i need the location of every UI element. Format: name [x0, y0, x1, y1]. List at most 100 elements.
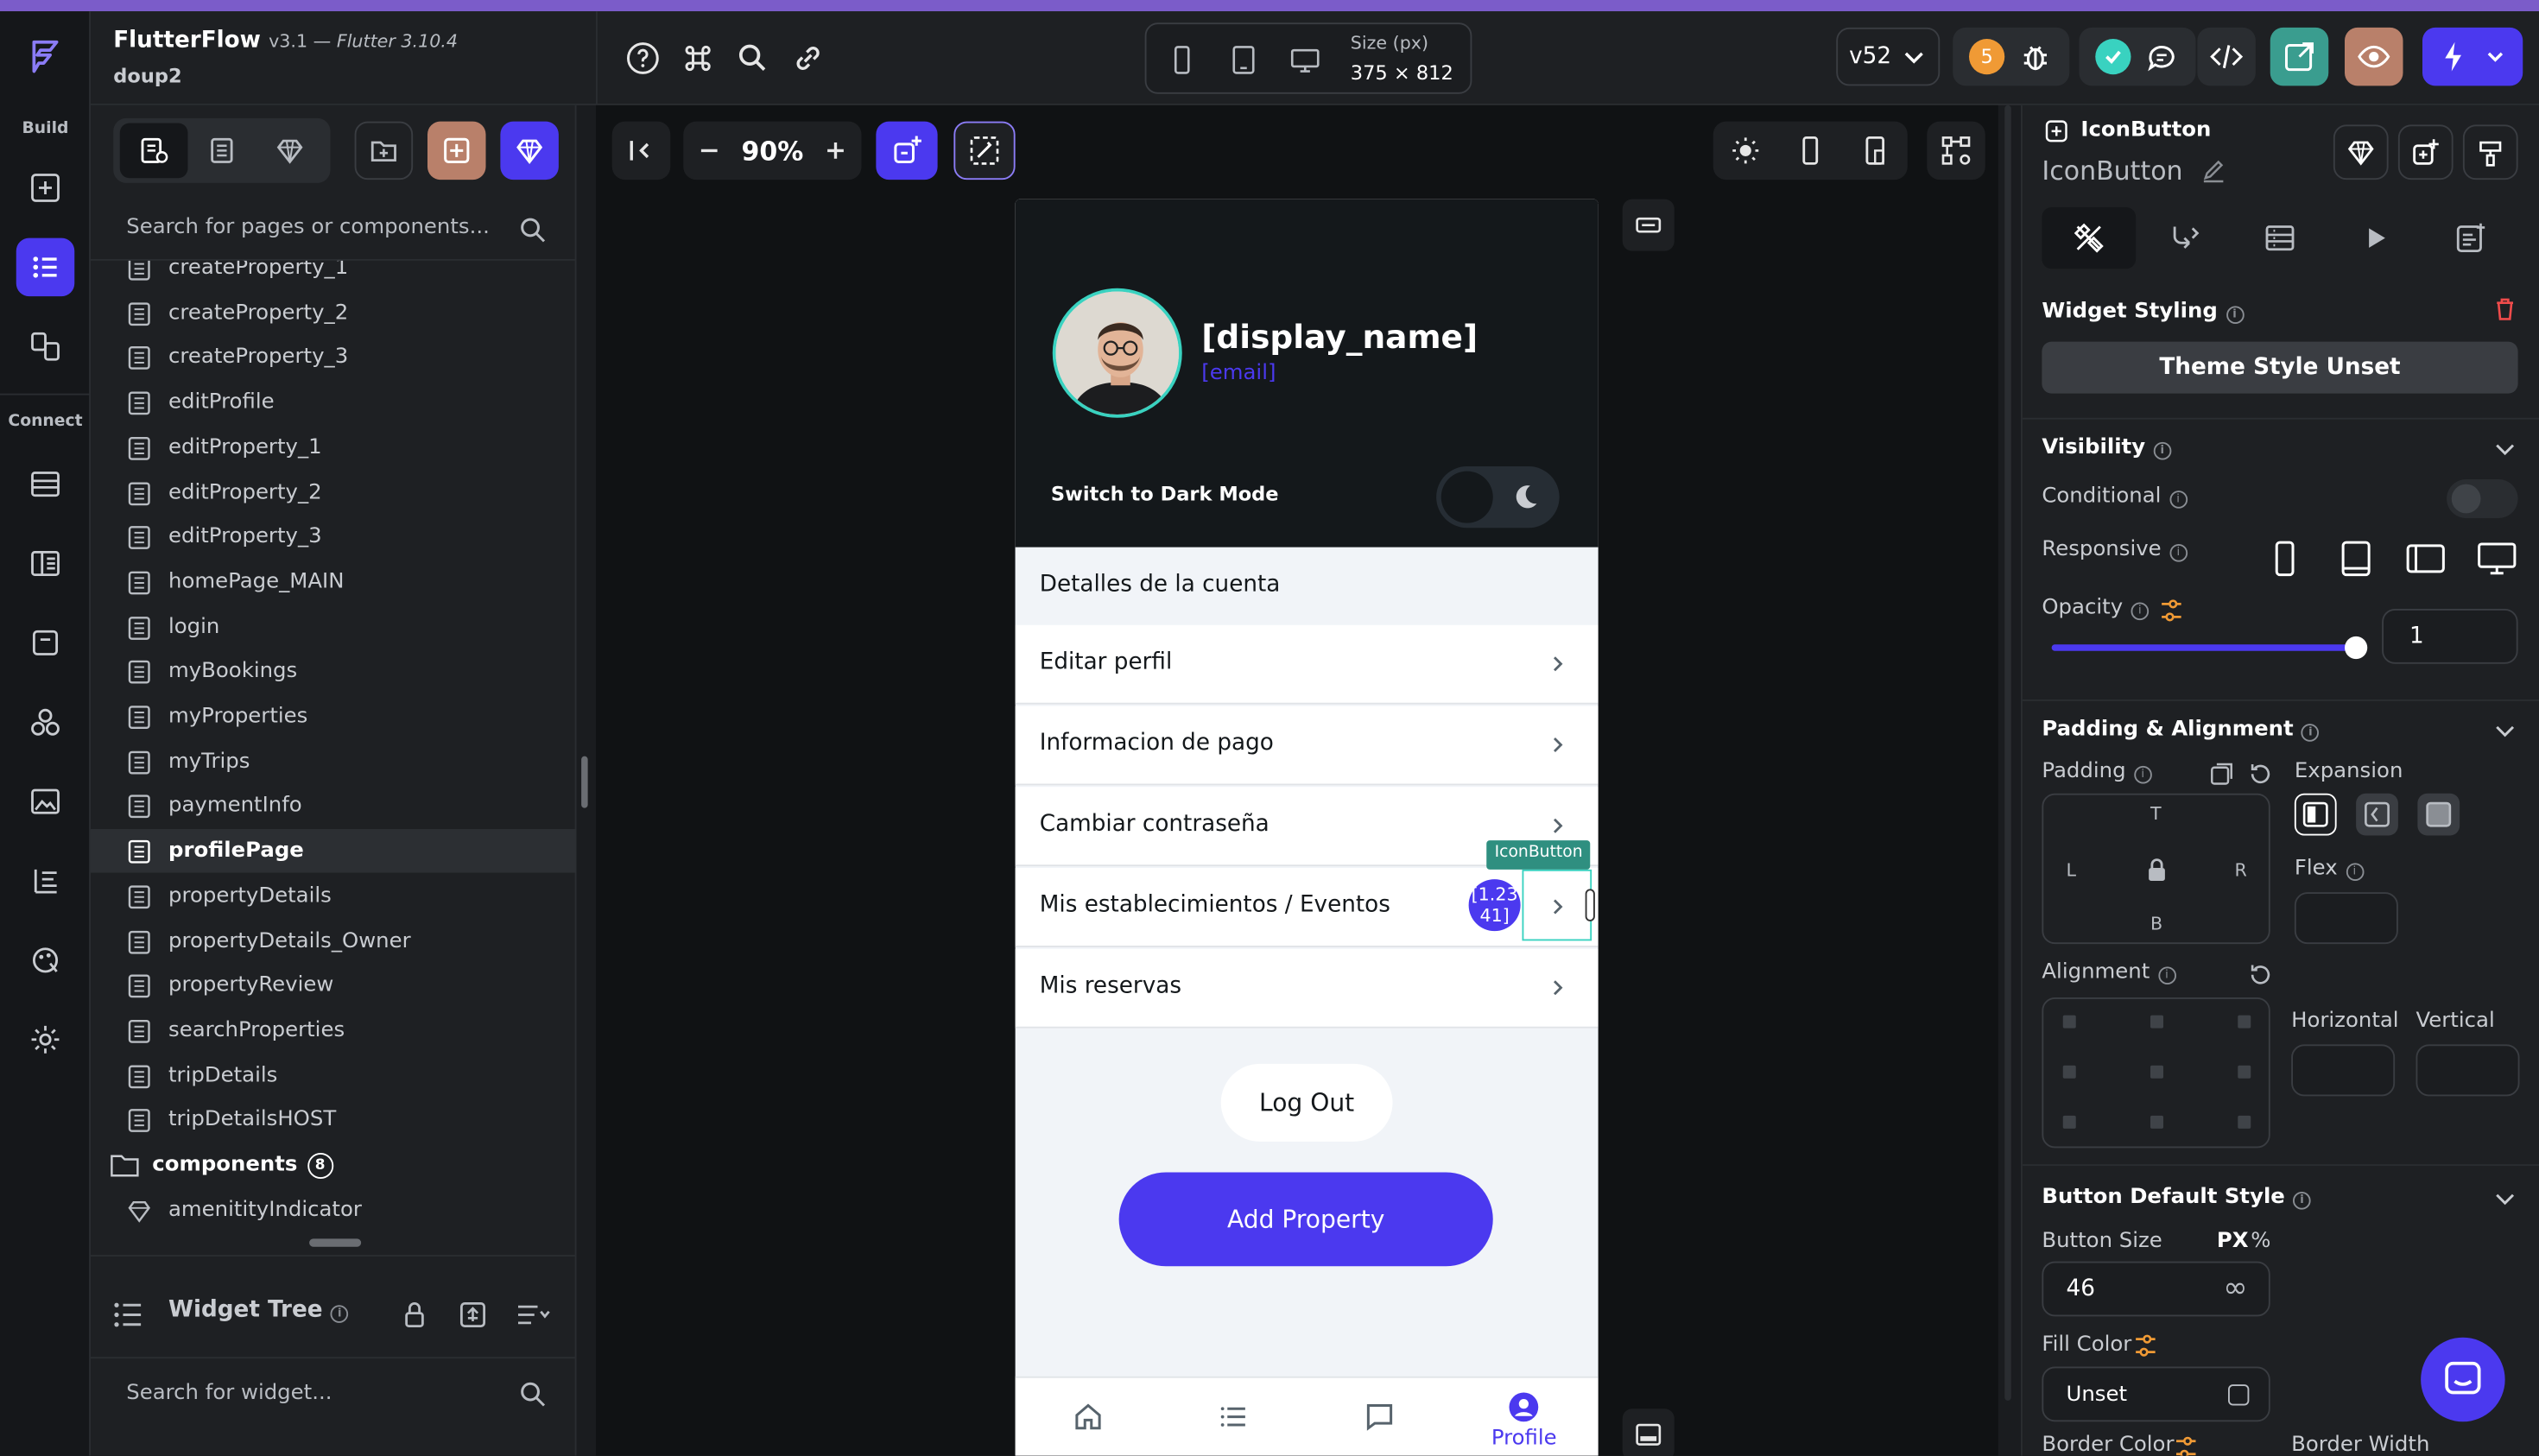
page-selector-rail-icon[interactable]	[16, 237, 75, 297]
light-mode-icon[interactable]	[1730, 135, 1763, 168]
phone-device-icon[interactable]	[1166, 44, 1199, 77]
fill-color-picker[interactable]: Unset	[2042, 1366, 2270, 1422]
opacity-slider-track[interactable]	[2051, 644, 2357, 651]
integrations-rail-icon[interactable]	[16, 693, 75, 752]
widget-name[interactable]: IconButton	[2042, 155, 2226, 187]
info-icon[interactable]: i	[2131, 602, 2150, 621]
align-center[interactable]	[2150, 1065, 2163, 1079]
run-test-button[interactable]	[2422, 27, 2523, 86]
library-tab[interactable]	[256, 123, 324, 179]
page-item[interactable]: editProfile	[91, 381, 577, 425]
flex-input[interactable]	[2294, 892, 2398, 945]
align-center-left[interactable]	[2062, 1065, 2076, 1079]
library-button[interactable]	[2333, 124, 2389, 180]
logout-button[interactable]: Log Out	[1220, 1063, 1393, 1142]
chevron-right-icon[interactable]	[1547, 977, 1569, 999]
resize-handle[interactable]	[1585, 889, 1595, 921]
info-icon[interactable]: i	[2226, 306, 2244, 324]
expansion-default-button[interactable]	[2294, 793, 2337, 836]
info-icon[interactable]: i	[2169, 491, 2188, 509]
canvas-scrollbar[interactable]	[2004, 104, 2011, 1401]
add-widget-rail-icon[interactable]	[16, 159, 75, 218]
canvas-area[interactable]: 90% [display_name] [email] Switch to Dar…	[596, 104, 1998, 1456]
padding-top-label[interactable]: T	[2150, 803, 2162, 824]
page-item[interactable]: createProperty_1	[91, 260, 577, 290]
custom-code-rail-icon[interactable]	[16, 851, 75, 910]
unit-percent-toggle[interactable]: %	[2251, 1229, 2270, 1253]
add-page-button[interactable]	[427, 121, 486, 180]
tablet-device-icon[interactable]	[1227, 44, 1260, 77]
vertical-scrollbar[interactable]	[581, 756, 588, 808]
page-item[interactable]: tripDetails	[91, 1054, 577, 1098]
padding-left-label[interactable]: L	[2067, 860, 2077, 881]
chevron-right-icon[interactable]	[1547, 814, 1569, 837]
chevron-down-icon[interactable]	[2492, 718, 2518, 744]
link-icon[interactable]	[787, 37, 829, 79]
chevron-right-icon[interactable]	[1547, 733, 1569, 756]
page-item[interactable]: editProperty_3	[91, 516, 577, 560]
edit-pencil-icon[interactable]	[2200, 157, 2226, 183]
padding-editor[interactable]: T L R B	[2042, 793, 2270, 945]
page-item[interactable]: propertyDetails_Owner	[91, 919, 577, 963]
desktop-visibility-icon[interactable]	[2476, 539, 2518, 578]
variable-binding-icon[interactable]	[2158, 598, 2184, 624]
page-item[interactable]: createProperty_3	[91, 336, 577, 380]
component-item[interactable]: amenitityIndicator	[91, 1188, 577, 1232]
storyboard-rail-icon[interactable]	[16, 318, 75, 377]
info-icon[interactable]: i	[2153, 441, 2172, 460]
add-widget-button[interactable]	[876, 121, 938, 180]
debug-issues-button[interactable]: 5	[1953, 27, 2070, 86]
desktop-device-icon[interactable]	[1289, 44, 1322, 77]
menu-row[interactable]: Editar perfil	[1015, 624, 1599, 705]
display-name-text[interactable]: [display_name]	[1201, 318, 1478, 357]
expand-collapse-icon[interactable]	[457, 1299, 490, 1332]
components-tab[interactable]	[188, 123, 256, 179]
tab-backend-query[interactable]	[2233, 207, 2327, 269]
info-icon[interactable]: i	[2293, 1192, 2311, 1210]
page-item[interactable]: homePage_MAIN	[91, 560, 577, 605]
page-item[interactable]: login	[91, 605, 577, 649]
theme-settings-rail-icon[interactable]	[16, 931, 75, 990]
menu-row[interactable]: Mis reservas	[1015, 948, 1599, 1029]
lock-icon[interactable]	[2145, 857, 2168, 883]
search-icon[interactable]	[732, 37, 775, 79]
vertical-align-input[interactable]	[2416, 1044, 2520, 1097]
unit-px-toggle[interactable]: PX	[2217, 1229, 2249, 1253]
page-item[interactable]: myProperties	[91, 694, 577, 738]
filter-list-icon[interactable]	[515, 1299, 550, 1332]
selected-widget-outline[interactable]	[1522, 869, 1592, 941]
expansion-flexible-button[interactable]	[2356, 793, 2398, 836]
horizontal-scrollbar[interactable]	[309, 1238, 362, 1247]
opacity-slider-handle[interactable]	[2345, 636, 2368, 660]
horizontal-align-input[interactable]	[2291, 1044, 2396, 1097]
list-icon[interactable]	[1218, 1401, 1251, 1434]
ai-gen-button[interactable]	[953, 121, 1016, 180]
phone-visibility-icon[interactable]	[2265, 539, 2304, 578]
app-state-rail-icon[interactable]	[16, 535, 75, 593]
conditional-toggle[interactable]	[2447, 479, 2518, 518]
add-property-button[interactable]: Add Property	[1118, 1172, 1493, 1267]
chevron-down-icon[interactable]	[2492, 1186, 2518, 1212]
tab-properties[interactable]	[2042, 207, 2137, 269]
align-bottom-right[interactable]	[2238, 1115, 2251, 1129]
reset-icon[interactable]	[2248, 962, 2274, 988]
padding-right-label[interactable]: R	[2235, 860, 2247, 881]
flutterflow-logo-icon[interactable]	[24, 35, 66, 78]
align-top-center[interactable]	[2150, 1015, 2163, 1029]
profile-icon[interactable]	[1508, 1391, 1541, 1424]
page-item[interactable]: profilePage	[91, 829, 577, 873]
page-item[interactable]: createProperty_2	[91, 291, 577, 335]
tab-animations[interactable]	[2328, 207, 2422, 269]
home-icon[interactable]	[1072, 1401, 1105, 1434]
trash-icon[interactable]	[2492, 296, 2518, 322]
page-item[interactable]: paymentInfo	[91, 784, 577, 828]
tablet-landscape-visibility-icon[interactable]	[2404, 539, 2447, 578]
convert-component-button[interactable]	[2397, 124, 2454, 180]
help-icon[interactable]	[622, 37, 664, 79]
phone-preview[interactable]: [display_name] [email] Switch to Dark Mo…	[1015, 199, 1599, 1456]
chat-icon[interactable]	[1364, 1401, 1396, 1434]
button-default-style-heading[interactable]: Button Default Style i	[2042, 1186, 2311, 1210]
align-bottom-left[interactable]	[2062, 1115, 2076, 1129]
alignment-grid[interactable]	[2042, 997, 2270, 1149]
page-item[interactable]: tripDetailsHOST	[91, 1098, 577, 1143]
